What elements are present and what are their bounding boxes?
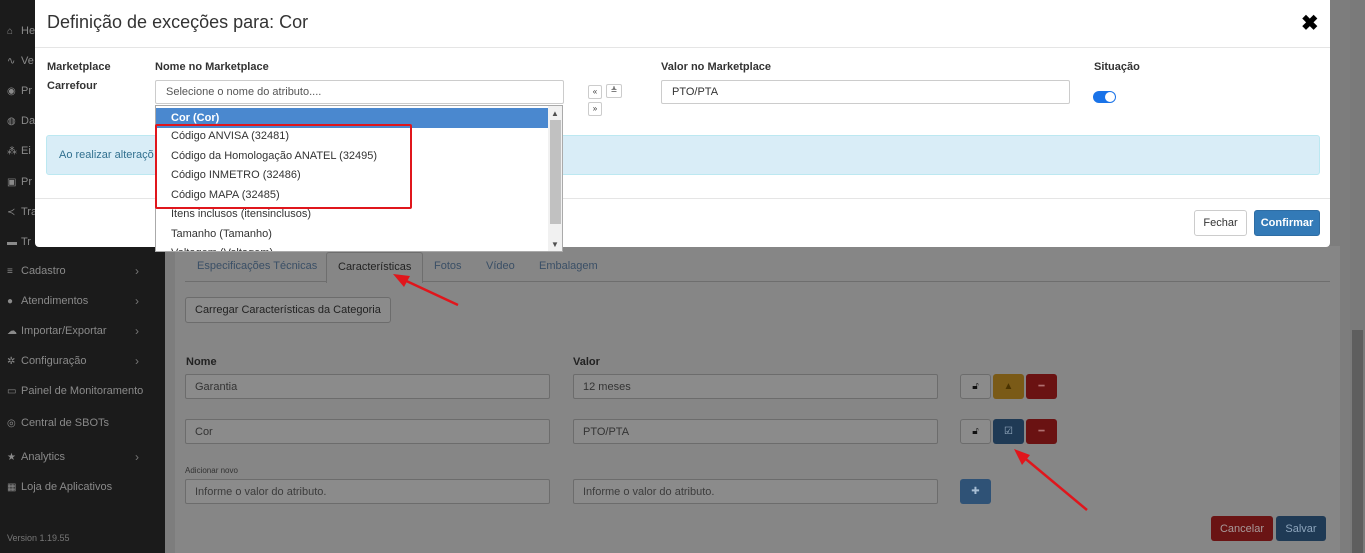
truck-icon: ▬ bbox=[7, 236, 17, 248]
sidebar-item-importar-exportar[interactable]: ☁ Importar/Exportar › bbox=[7, 324, 139, 338]
robot-icon: ◎ bbox=[7, 417, 16, 429]
modal-title: Definição de exceções para: Cor bbox=[47, 12, 309, 32]
sidebar-item-pr[interactable]: ▣ Pr bbox=[7, 176, 32, 188]
unlock-button[interactable]: 🔓︎ bbox=[960, 419, 991, 444]
sidebar-item-dashboard[interactable]: ◍ Da bbox=[7, 115, 35, 127]
align-icon[interactable]: ≜ bbox=[606, 84, 622, 98]
column-header-nome: Nome bbox=[186, 356, 217, 368]
check-square-icon: ☑ bbox=[1004, 426, 1013, 437]
minus-icon: ━ bbox=[1038, 426, 1045, 437]
tab-especificacoes-tecnicas[interactable]: Especificações Técnicas bbox=[197, 260, 317, 272]
chevron-right-icon: › bbox=[135, 294, 139, 308]
add-new-label: Adicionar novo bbox=[185, 466, 238, 475]
dropdown-option-tamanho[interactable]: Tamanho (Tamanho) bbox=[156, 224, 548, 244]
cloud-icon: ☁ bbox=[7, 325, 17, 337]
chevron-right-icon: › bbox=[135, 324, 139, 338]
sidebar-item-configuracao[interactable]: ✲ Configuração › bbox=[7, 354, 139, 368]
dropdown-option-voltagem[interactable]: Voltagem (Voltagem) bbox=[156, 243, 548, 251]
exception-edit-button[interactable]: ☑ bbox=[993, 419, 1024, 444]
scroll-up-icon[interactable]: ▲ bbox=[551, 109, 559, 118]
tab-fotos[interactable]: Fotos bbox=[434, 260, 462, 272]
sidebar-item-tra[interactable]: ≺ Tra bbox=[7, 206, 37, 218]
sidebar-item-ei[interactable]: ⁂ Ei bbox=[7, 145, 31, 157]
add-valor-input[interactable]: Informe o valor do atributo. bbox=[573, 479, 938, 504]
nome-marketplace-label: Nome no Marketplace bbox=[155, 61, 269, 73]
sidebar-item-analytics[interactable]: ★ Analytics › bbox=[7, 450, 139, 464]
warning-icon: ▲ bbox=[1003, 381, 1014, 392]
add-nome-input[interactable]: Informe o valor do atributo. bbox=[185, 479, 550, 504]
scroll-down-icon[interactable]: ▼ bbox=[551, 240, 559, 249]
valor-marketplace-label: Valor no Marketplace bbox=[661, 61, 772, 73]
toggle-knob bbox=[1105, 92, 1115, 102]
sidebar-item-central-sbots[interactable]: ◎ Central de SBOTs bbox=[7, 417, 109, 429]
unlock-icon: 🔓︎ bbox=[972, 426, 979, 437]
minus-icon: ━ bbox=[1038, 381, 1045, 392]
share-icon: ≺ bbox=[7, 206, 16, 218]
gear-icon: ✲ bbox=[7, 355, 16, 367]
content-panel bbox=[175, 246, 1340, 553]
situacao-toggle[interactable] bbox=[1093, 91, 1116, 103]
column-header-valor: Valor bbox=[573, 356, 600, 368]
attribute-name-select[interactable]: Selecione o nome do atributo.... bbox=[155, 80, 564, 104]
sidebar-item-cadastro[interactable]: ≡ Cadastro › bbox=[7, 264, 139, 278]
remove-button[interactable]: ━ bbox=[1026, 419, 1057, 444]
star-icon: ★ bbox=[7, 451, 16, 463]
tab-video[interactable]: Vídeo bbox=[486, 260, 515, 272]
dropdown-scrollbar[interactable]: ▲ ▼ bbox=[548, 106, 562, 251]
sidebar-item-painel-monitoramento[interactable]: ▭ Painel de Monitoramento bbox=[7, 385, 143, 397]
dropdown-scroll-thumb[interactable] bbox=[550, 120, 561, 224]
save-button[interactable]: Salvar bbox=[1276, 516, 1326, 541]
sidebar-item-loja-aplicativos[interactable]: ▦ Loja de Aplicativos bbox=[7, 481, 112, 493]
close-icon[interactable]: ✖ bbox=[1301, 13, 1319, 34]
chart-line-icon: ∿ bbox=[7, 55, 16, 67]
annotation-highlight-box bbox=[155, 124, 412, 209]
row-nome-field[interactable]: Garantia bbox=[185, 374, 550, 399]
home-icon: ⌂ bbox=[7, 25, 14, 37]
monitor-icon: ▭ bbox=[7, 385, 17, 397]
row-valor-field[interactable]: PTO/PTA bbox=[573, 419, 938, 444]
remove-button[interactable]: ━ bbox=[1026, 374, 1057, 399]
marketplace-value-input[interactable]: PTO/PTA bbox=[661, 80, 1070, 104]
plus-icon: ✚ bbox=[971, 486, 980, 497]
box-icon: ◉ bbox=[7, 85, 16, 97]
chevron-right-icon: › bbox=[135, 354, 139, 368]
sidebar-item-tr[interactable]: ▬ Tr bbox=[7, 236, 31, 248]
sidebar-item-home[interactable]: ⌂ He bbox=[7, 25, 35, 37]
user-icon: ● bbox=[7, 295, 14, 307]
close-button[interactable]: Fechar bbox=[1194, 210, 1247, 236]
unlock-button[interactable]: 🔓︎ bbox=[960, 374, 991, 399]
sitemap-icon: ⁂ bbox=[7, 145, 17, 157]
list-icon: ≡ bbox=[7, 265, 13, 277]
grid-icon: ▦ bbox=[7, 481, 17, 493]
chevron-right-icon: › bbox=[135, 450, 139, 464]
move-left-button[interactable]: « bbox=[588, 85, 602, 99]
confirm-button[interactable]: Confirmar bbox=[1254, 210, 1320, 236]
product-tabs: Especificações Técnicas Características … bbox=[185, 252, 1330, 283]
marketplace-value: Carrefour bbox=[47, 80, 98, 92]
modal-header: Definição de exceções para: Cor ✖ bbox=[35, 0, 1330, 48]
add-button[interactable]: ✚ bbox=[960, 479, 991, 504]
warning-button[interactable]: ▲ bbox=[993, 374, 1024, 399]
window-icon: ▣ bbox=[7, 176, 17, 188]
sidebar-item-atendimentos[interactable]: ● Atendimentos › bbox=[7, 294, 139, 308]
chevron-right-icon: › bbox=[135, 264, 139, 278]
row-nome-field[interactable]: Cor bbox=[185, 419, 550, 444]
sidebar-item-vendas[interactable]: ∿ Ve bbox=[7, 55, 34, 67]
sidebar-item-produtos[interactable]: ◉ Pr bbox=[7, 85, 32, 97]
situacao-label: Situação bbox=[1094, 61, 1140, 73]
version-label: Version 1.19.55 bbox=[7, 533, 70, 543]
marketplace-label: Marketplace bbox=[47, 61, 111, 73]
unlock-icon: 🔓︎ bbox=[972, 381, 979, 392]
load-category-characteristics-button[interactable]: Carregar Características da Categoria bbox=[185, 297, 391, 323]
tab-caracteristicas[interactable]: Características bbox=[326, 252, 424, 283]
move-right-button[interactable]: » bbox=[588, 102, 602, 116]
page-scrollbar-thumb[interactable] bbox=[1352, 330, 1363, 553]
row-valor-field[interactable]: 12 meses bbox=[573, 374, 938, 399]
tab-embalagem[interactable]: Embalagem bbox=[539, 260, 598, 272]
dashboard-icon: ◍ bbox=[7, 115, 16, 127]
cancel-button[interactable]: Cancelar bbox=[1211, 516, 1273, 541]
